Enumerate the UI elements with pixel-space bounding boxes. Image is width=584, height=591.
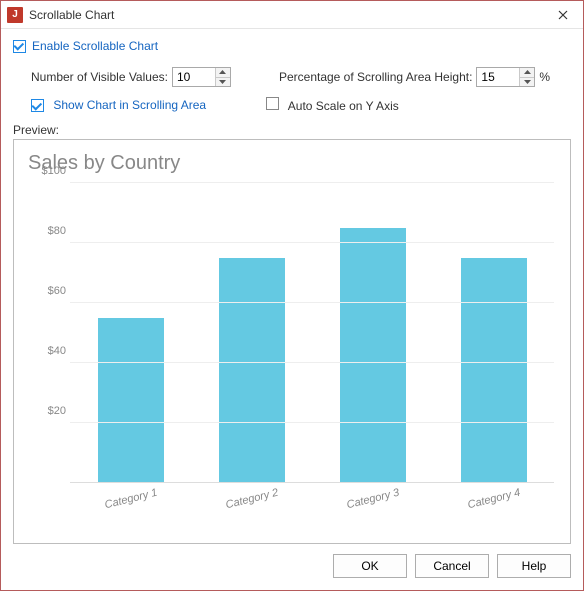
show-in-area-checkbox[interactable] [31, 99, 44, 112]
grid-line [70, 362, 554, 363]
scroll-height-spinner[interactable] [476, 67, 535, 87]
chart-bars [70, 183, 554, 483]
visible-values-input[interactable] [173, 68, 215, 86]
scrollable-chart-dialog: J Scrollable Chart Enable Scrollable Cha… [0, 0, 584, 591]
show-in-area-label[interactable]: Show Chart in Scrolling Area [53, 98, 206, 112]
grid-line [70, 182, 554, 183]
grid-line [70, 302, 554, 303]
chart-bar [219, 258, 285, 482]
y-tick-label: $80 [26, 225, 66, 237]
ok-button[interactable]: OK [333, 554, 407, 578]
enable-row: Enable Scrollable Chart [13, 39, 571, 53]
auto-scale-label[interactable]: Auto Scale on Y Axis [288, 99, 399, 113]
visible-values-spinner[interactable] [172, 67, 231, 87]
grid-line [70, 242, 554, 243]
y-tick-label: $60 [26, 285, 66, 297]
dialog-content: Enable Scrollable Chart Number of Visibl… [1, 29, 583, 544]
preview-label: Preview: [13, 123, 571, 137]
close-icon [558, 10, 568, 20]
scroll-height-label: Percentage of Scrolling Area Height: [279, 70, 472, 84]
visible-values-up[interactable] [216, 68, 230, 78]
visible-values-group: Number of Visible Values: [31, 67, 231, 87]
auto-scale-checkbox[interactable] [266, 97, 279, 110]
grid-line [70, 422, 554, 423]
enable-checkbox[interactable] [13, 40, 26, 53]
help-button[interactable]: Help [497, 554, 571, 578]
visible-values-down[interactable] [216, 78, 230, 87]
app-icon: J [7, 7, 23, 23]
cancel-button[interactable]: Cancel [415, 554, 489, 578]
x-tick-label: Category 4 [460, 485, 527, 513]
preview-box: Sales by Country $20$40$60$80$100 Catego… [13, 139, 571, 544]
chart-bar [98, 318, 164, 482]
chevron-up-icon [219, 70, 226, 74]
visible-values-label: Number of Visible Values: [31, 70, 168, 84]
x-tick-label: Category 1 [97, 485, 164, 513]
chart-bar [340, 228, 406, 482]
y-tick-label: $100 [26, 165, 66, 177]
scroll-height-group: Percentage of Scrolling Area Height: % [279, 67, 550, 87]
secondary-checks-row: Show Chart in Scrolling Area Auto Scale … [31, 97, 571, 113]
y-tick-label: $20 [26, 405, 66, 417]
numeric-settings-row: Number of Visible Values: Percentage of … [31, 67, 571, 87]
y-tick-label: $40 [26, 345, 66, 357]
close-button[interactable] [543, 1, 583, 29]
dialog-buttons: OK Cancel Help [1, 544, 583, 590]
chart-x-labels: Category 1Category 2Category 3Category 4 [70, 493, 554, 505]
window-title: Scrollable Chart [29, 8, 543, 22]
chevron-down-icon [219, 80, 226, 84]
scroll-height-input[interactable] [477, 68, 519, 86]
percent-suffix: % [539, 70, 550, 84]
chart-plot-area: $20$40$60$80$100 [70, 183, 554, 483]
titlebar: J Scrollable Chart [1, 1, 583, 29]
scroll-height-down[interactable] [520, 78, 534, 87]
x-tick-label: Category 3 [339, 485, 406, 513]
chevron-down-icon [524, 80, 531, 84]
x-tick-label: Category 2 [218, 485, 285, 513]
scroll-height-up[interactable] [520, 68, 534, 78]
chart-bar [461, 258, 527, 482]
chevron-up-icon [524, 70, 531, 74]
enable-label[interactable]: Enable Scrollable Chart [32, 39, 158, 53]
